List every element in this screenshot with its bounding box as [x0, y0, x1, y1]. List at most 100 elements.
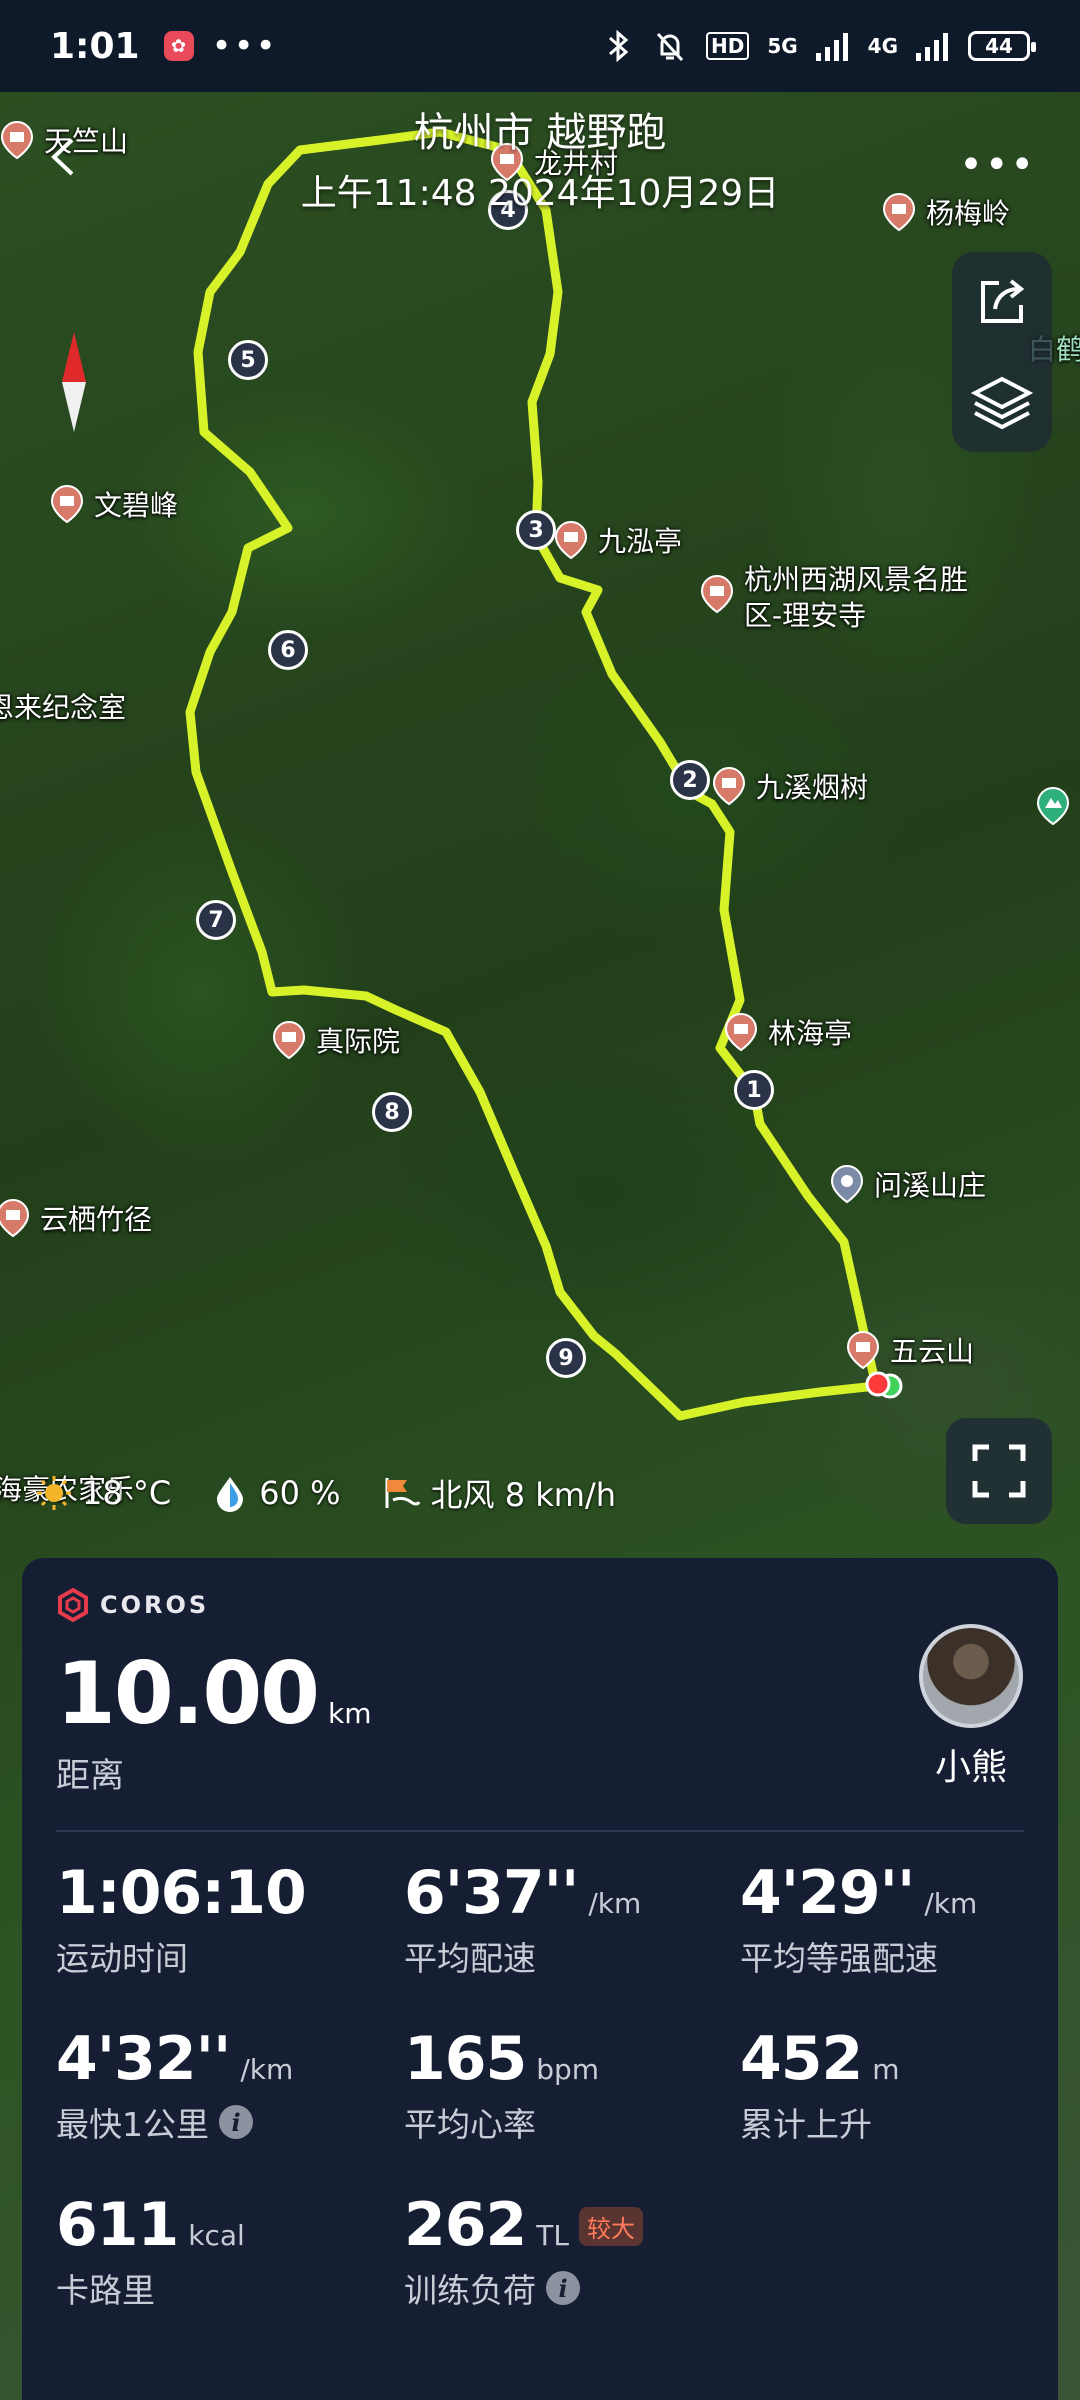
distance-value: 10.00: [56, 1644, 320, 1744]
user-name: 小熊: [934, 1747, 1007, 1788]
humidity-drop-icon: [217, 1477, 244, 1512]
temple-pin-icon: [724, 1012, 758, 1052]
map-tools-panel: [952, 252, 1052, 452]
sun-icon: [37, 1476, 71, 1510]
poi-park-marker[interactable]: [1036, 786, 1070, 826]
mute-bell-icon: [656, 32, 684, 62]
brand-logo: COROS: [56, 1588, 1024, 1622]
poi-label: 五云山: [890, 1335, 975, 1368]
stat-value: 165: [404, 2024, 527, 2094]
poi-zhenjiyuan[interactable]: 真际院: [272, 1020, 400, 1060]
stat-avg-effort-pace: 4'29'' /km 平均等强配速: [740, 1858, 1036, 1980]
poi-linhaiting[interactable]: 林海亭: [724, 1012, 852, 1052]
bluetooth-icon: [608, 29, 629, 63]
temperature-value: 18 °C: [82, 1474, 172, 1512]
temple-pin-icon: [554, 520, 588, 560]
weather-row: 18 °C 60 % 北风 8 km/h: [0, 1470, 640, 1516]
brand-name: COROS: [100, 1591, 210, 1619]
poi-wuyunshan[interactable]: 五云山: [846, 1330, 974, 1370]
signal-5g-bars-icon: [815, 33, 848, 61]
temple-pin-icon: [0, 1198, 30, 1238]
stat-label: 平均等强配速: [740, 1939, 938, 1978]
stat-unit: /km: [240, 2053, 294, 2086]
temperature: 18 °C: [36, 1474, 171, 1512]
stat-calories: 611 kcal 卡路里: [56, 2190, 404, 2312]
temple-pin-icon: [272, 1020, 306, 1060]
signal-5g-label: 5G: [767, 34, 798, 58]
battery-indicator: 44: [968, 31, 1036, 61]
more-notifications-icon: •••: [211, 26, 278, 66]
coros-logo-icon: [58, 1588, 88, 1622]
location-pin-icon: [830, 1164, 864, 1204]
activity-title: 杭州市 越野跑: [413, 110, 667, 156]
stat-elevation-gain: 452 m 累计上升: [740, 2024, 1036, 2146]
wind-value: 北风 8 km/h: [430, 1476, 617, 1514]
temple-pin-icon: [700, 574, 734, 614]
stat-avg-heart-rate: 165 bpm 平均心率: [404, 2024, 740, 2146]
temple-pin-icon: [712, 766, 746, 806]
stat-unit: m: [872, 2053, 900, 2086]
avatar[interactable]: [919, 1624, 1023, 1728]
stat-value: 611: [56, 2190, 179, 2260]
stat-label: 卡路里: [56, 2271, 155, 2310]
activity-datetime: 上午11:48 2024年10月29日: [300, 173, 780, 214]
humidity-value: 60 %: [259, 1474, 341, 1512]
more-options-icon[interactable]: •••: [959, 142, 1036, 188]
poi-label: 云栖竹径: [40, 1203, 153, 1236]
stat-unit: bpm: [536, 2053, 600, 2086]
stat-value: 4'29'': [740, 1858, 915, 1928]
stat-value: 6'37'': [404, 1858, 579, 1928]
back-arrow-icon[interactable]: [40, 132, 90, 182]
poi-yunqi-bamboo[interactable]: 云栖竹径: [0, 1198, 152, 1238]
stat-label: 最快1公里: [56, 2105, 209, 2144]
activity-summary-card: COROS 10.00 km 距离 小熊 1:06:10 运动时间 6'37'' /…: [22, 1558, 1058, 2400]
poi-enlai-memorial[interactable]: 恩来纪念室: [0, 686, 126, 726]
poi-lian-temple[interactable]: 杭州西湖风景名胜区-理安寺: [700, 562, 984, 634]
app-notification-icon: ✿: [163, 31, 194, 61]
poi-jiuhongting[interactable]: 九泓亭: [554, 520, 682, 560]
stat-label: 运动时间: [56, 1939, 188, 1978]
info-icon[interactable]: i: [546, 2271, 580, 2305]
compass-icon[interactable]: [56, 332, 92, 432]
training-load-badge: 较大: [578, 2207, 643, 2246]
divider: [56, 1830, 1024, 1832]
stat-value: 1:06:10: [56, 1858, 307, 1928]
poi-label: 恩来纪念室: [0, 691, 127, 724]
user-profile[interactable]: 小熊: [916, 1624, 1026, 1790]
stat-avg-pace: 6'37'' /km 平均配速: [404, 1858, 740, 1980]
signal-4g-label: 4G: [867, 34, 898, 58]
stat-value: 452: [740, 2024, 863, 2094]
distance-label: 距离: [56, 1756, 124, 1796]
poi-wenxi-villa[interactable]: 问溪山庄: [830, 1164, 986, 1204]
stat-duration: 1:06:10 运动时间: [56, 1858, 404, 1980]
stat-unit: /km: [588, 1887, 642, 1920]
distance-unit: km: [328, 1697, 372, 1730]
stat-training-load: 262 TL 较大 训练负荷 i: [404, 2190, 740, 2312]
wind: 北风 8 km/h: [381, 1470, 616, 1516]
poi-label: 问溪山庄: [874, 1169, 987, 1202]
stat-label: 训练负荷: [404, 2271, 536, 2310]
stat-unit: /km: [924, 1887, 978, 1920]
share-icon[interactable]: [973, 273, 1031, 331]
poi-label: 文碧峰: [94, 489, 179, 522]
poi-label: 杭州西湖风景名胜区-理安寺: [744, 563, 969, 632]
mountain-pin-icon: [1036, 786, 1070, 826]
status-bar: 1:01 ✿ ••• HD 5G 4G 44: [0, 0, 1080, 92]
stat-value: 4'32'': [56, 2024, 231, 2094]
stat-label: 平均配速: [404, 1939, 536, 1978]
signal-4g-bars-icon: [916, 33, 948, 61]
stat-value: 262: [404, 2190, 527, 2260]
poi-label: 真际院: [316, 1025, 401, 1058]
wind-flag-icon: [385, 1478, 420, 1508]
fullscreen-button[interactable]: [946, 1418, 1052, 1524]
info-icon[interactable]: i: [219, 2105, 253, 2139]
stat-unit: kcal: [188, 2219, 245, 2252]
status-time: 1:01: [50, 25, 140, 67]
poi-jiuxiyanshu[interactable]: 九溪烟树: [712, 766, 868, 806]
hd-network-badge: HD: [705, 32, 750, 60]
poi-label: 九泓亭: [598, 525, 683, 558]
poi-wenbifeng[interactable]: 文碧峰: [50, 484, 178, 524]
poi-label: 九溪烟树: [756, 771, 869, 804]
layers-icon[interactable]: [971, 373, 1033, 431]
stat-fastest-km: 4'32'' /km 最快1公里 i: [56, 2024, 404, 2146]
